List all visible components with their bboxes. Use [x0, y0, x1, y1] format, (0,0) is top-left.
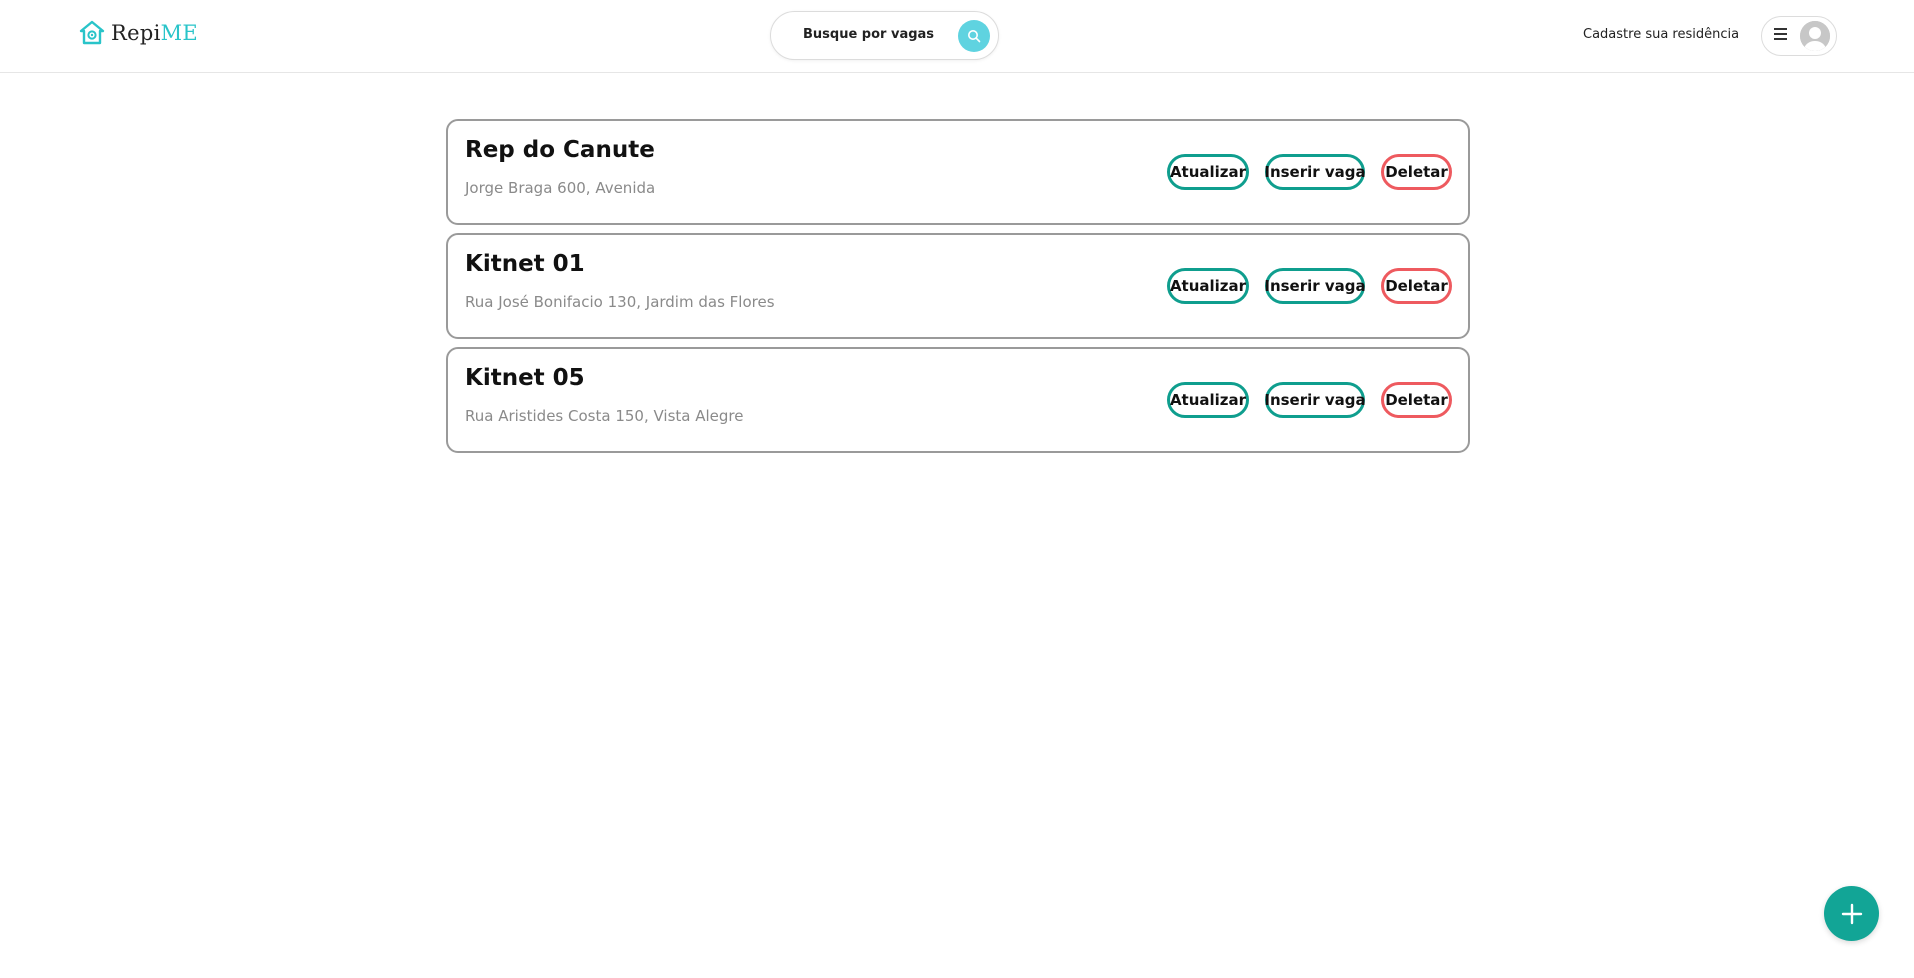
hamburger-icon — [1774, 28, 1787, 40]
house-logo-icon — [79, 20, 105, 46]
top-navbar: RepiME Busque por vagas Cadastre sua res… — [0, 0, 1914, 73]
residence-list: Rep do Canute Jorge Braga 600, Avenida A… — [446, 119, 1470, 461]
delete-button[interactable]: Deletar — [1381, 268, 1452, 304]
update-button[interactable]: Atualizar — [1167, 382, 1249, 418]
residence-title: Kitnet 05 — [465, 365, 585, 391]
logo[interactable]: RepiME — [79, 20, 198, 46]
search-button[interactable] — [958, 20, 990, 52]
residence-address: Rua José Bonifacio 130, Jardim das Flore… — [465, 293, 775, 311]
plus-icon — [1841, 903, 1862, 924]
search-icon — [968, 30, 981, 43]
residence-card: Kitnet 05 Rua Aristides Costa 150, Vista… — [446, 347, 1470, 453]
update-button[interactable]: Atualizar — [1167, 154, 1249, 190]
residence-actions: Atualizar Inserir vaga Deletar — [1167, 382, 1452, 418]
search-bar[interactable]: Busque por vagas — [770, 11, 999, 60]
residence-address: Jorge Braga 600, Avenida — [465, 179, 656, 197]
add-residence-button[interactable] — [1824, 886, 1879, 941]
logo-text: RepiME — [111, 21, 198, 45]
user-menu-button[interactable] — [1761, 16, 1837, 56]
residence-title: Rep do Canute — [465, 137, 655, 163]
residence-card: Rep do Canute Jorge Braga 600, Avenida A… — [446, 119, 1470, 225]
insert-vacancy-button[interactable]: Inserir vaga — [1264, 268, 1366, 304]
residence-address: Rua Aristides Costa 150, Vista Alegre — [465, 407, 744, 425]
delete-button[interactable]: Deletar — [1381, 154, 1452, 190]
logo-text-accent: ME — [160, 21, 199, 45]
insert-vacancy-button[interactable]: Inserir vaga — [1264, 154, 1366, 190]
residence-card: Kitnet 01 Rua José Bonifacio 130, Jardim… — [446, 233, 1470, 339]
residence-actions: Atualizar Inserir vaga Deletar — [1167, 268, 1452, 304]
logo-text-main: Repi — [111, 21, 161, 45]
user-avatar-icon — [1800, 21, 1830, 51]
residence-title: Kitnet 01 — [465, 251, 585, 277]
delete-button[interactable]: Deletar — [1381, 382, 1452, 418]
residence-actions: Atualizar Inserir vaga Deletar — [1167, 154, 1452, 190]
register-residence-link[interactable]: Cadastre sua residência — [1583, 27, 1739, 42]
update-button[interactable]: Atualizar — [1167, 268, 1249, 304]
search-label[interactable]: Busque por vagas — [803, 27, 934, 42]
insert-vacancy-button[interactable]: Inserir vaga — [1264, 382, 1366, 418]
